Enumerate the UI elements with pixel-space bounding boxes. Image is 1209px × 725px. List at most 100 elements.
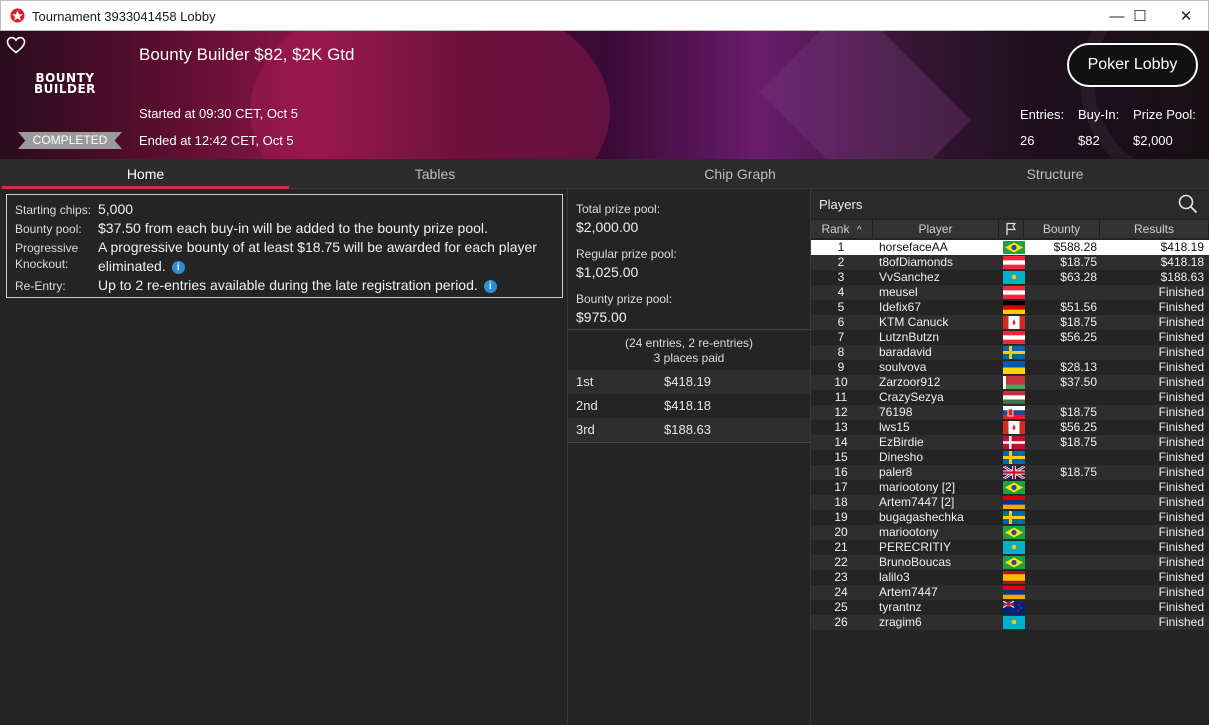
player-row[interactable]: 5 Idefix67 $51.56 Finished [811,300,1209,315]
favorite-heart-icon[interactable] [6,36,26,54]
player-rank: 25 [834,600,848,614]
player-row[interactable]: 24 Artem7447 Finished [811,585,1209,600]
player-rank: 26 [834,615,848,629]
maximize-button[interactable]: ☐ [1117,1,1163,31]
info-icon[interactable]: i [483,280,497,293]
player-rank: 5 [837,300,845,314]
brazil-flag-icon [1003,526,1025,539]
player-name: EzBirdie [879,435,924,449]
prize-pool-value: $2,000 [1133,133,1173,148]
player-rank: 18 [834,495,848,509]
reentry-value: Up to 2 re-entries available during the … [98,277,478,293]
player-result: Finished [1158,555,1204,569]
player-name: lws15 [879,420,910,434]
player-bounty: $18.75 [1060,405,1097,419]
player-result: Finished [1158,375,1204,389]
payout-row: 3rd $188.63 [568,418,810,442]
player-row[interactable]: 16 paler8 $18.75 Finished [811,465,1209,480]
start-time: Started at 09:30 CET, Oct 5 [139,106,298,121]
progressive-label: Progressive [15,241,79,255]
player-name: horsefaceAA [879,240,948,254]
player-row[interactable]: 19 bugagashechka Finished [811,510,1209,525]
tab-home[interactable]: Home [2,159,289,189]
pko-description-line2: eliminated. [98,258,166,274]
player-bounty: $51.56 [1060,300,1097,314]
search-icon[interactable] [1177,193,1199,215]
player-row[interactable]: 13 lws15 $56.25 Finished [811,420,1209,435]
regular-prize-label: Regular prize pool: [576,247,677,261]
player-result: Finished [1158,510,1204,524]
player-row[interactable]: 7 LutznButzn $56.25 Finished [811,330,1209,345]
payout-row: 1st $418.19 [568,370,810,394]
player-bounty: $56.25 [1060,420,1097,434]
close-button[interactable]: ✕ [1163,1,1209,31]
player-result: Finished [1158,300,1204,314]
player-rank: 3 [837,270,845,284]
player-name: zragim6 [879,615,922,629]
player-name: tyrantnz [879,600,922,614]
player-row[interactable]: 15 Dinesho Finished [811,450,1209,465]
player-row[interactable]: 4 meusel Finished [811,285,1209,300]
player-row[interactable]: 11 CrazySezya Finished [811,390,1209,405]
player-bounty: $588.28 [1053,240,1097,254]
tab-tables[interactable]: Tables [290,159,580,189]
player-row[interactable]: 6 KTM Canuck $18.75 Finished [811,315,1209,330]
entries-summary: (24 entries, 2 re-entries) 3 places paid [568,336,810,366]
player-row[interactable]: 25 tyrantnz Finished [811,600,1209,615]
bounty-pool-value: $37.50 from each buy-in will be added to… [98,220,488,236]
column-results[interactable]: Results [1100,220,1209,238]
player-rank: 16 [834,465,848,479]
kazakhstan-flag-icon [1003,616,1025,629]
column-player[interactable]: Player [873,220,999,238]
player-row[interactable]: 18 Artem7447 [2] Finished [811,495,1209,510]
armenia-flag-icon [1003,496,1025,509]
player-rank: 12 [834,405,848,419]
pko-description-cont: eliminated. i [98,257,185,276]
payout-amount: $418.18 [664,398,711,413]
players-panel-header: Players [811,190,1209,218]
player-row[interactable]: 9 soulvova $28.13 Finished [811,360,1209,375]
player-row[interactable]: 22 BrunoBoucas Finished [811,555,1209,570]
player-bounty: $28.13 [1060,360,1097,374]
player-result: Finished [1158,420,1204,434]
player-row[interactable]: 8 baradavid Finished [811,345,1209,360]
poker-lobby-button[interactable]: Poker Lobby [1067,43,1198,87]
tab-chip-graph[interactable]: Chip Graph [595,159,885,189]
player-row[interactable]: 20 mariootony Finished [811,525,1209,540]
player-name: BrunoBoucas [879,555,952,569]
column-flag[interactable] [999,220,1024,238]
end-time: Ended at 12:42 CET, Oct 5 [139,133,294,148]
payout-amount: $188.63 [664,422,711,437]
pko-description: A progressive bounty of at least $18.75 … [98,239,537,255]
info-icon[interactable]: i [171,261,185,274]
player-result: Finished [1158,285,1204,299]
player-name: Zarzoor912 [879,375,941,389]
player-row[interactable]: 10 Zarzoor912 $37.50 Finished [811,375,1209,390]
player-result: Finished [1158,390,1204,404]
divider [568,329,810,330]
player-bounty: $18.75 [1060,435,1097,449]
player-row[interactable]: 2 t8ofDiamonds $18.75 $418.18 [811,255,1209,270]
player-result: Finished [1158,525,1204,539]
player-row[interactable]: 12 76198 $18.75 Finished [811,405,1209,420]
sort-ascending-icon: ^ [856,225,862,236]
player-row[interactable]: 14 EzBirdie $18.75 Finished [811,435,1209,450]
austria-flag-icon [1003,286,1025,299]
player-rank: 9 [837,360,845,374]
buy-in-value: $82 [1078,133,1100,148]
player-row[interactable]: 21 PERECRITIY Finished [811,540,1209,555]
player-rank: 19 [834,510,848,524]
player-rank: 11 [834,390,848,404]
player-row[interactable]: 23 lalilo3 Finished [811,570,1209,585]
column-bounty[interactable]: Bounty [1024,220,1100,238]
player-row[interactable]: 1 horsefaceAA $588.28 $418.19 [811,240,1209,255]
player-row[interactable]: 26 zragim6 Finished [811,615,1209,630]
player-result: $418.19 [1160,240,1204,254]
column-rank[interactable]: Rank ^ [811,220,873,238]
tab-structure[interactable]: Structure [910,159,1200,189]
player-rank: 2 [837,255,845,269]
total-prize-label: Total prize pool: [576,202,661,216]
player-row[interactable]: 3 VvSanchez $63.28 $188.63 [811,270,1209,285]
tournament-header: BOUNTY BUILDER Bounty Builder $82, $2K G… [0,31,1209,159]
player-row[interactable]: 17 mariootony [2] Finished [811,480,1209,495]
